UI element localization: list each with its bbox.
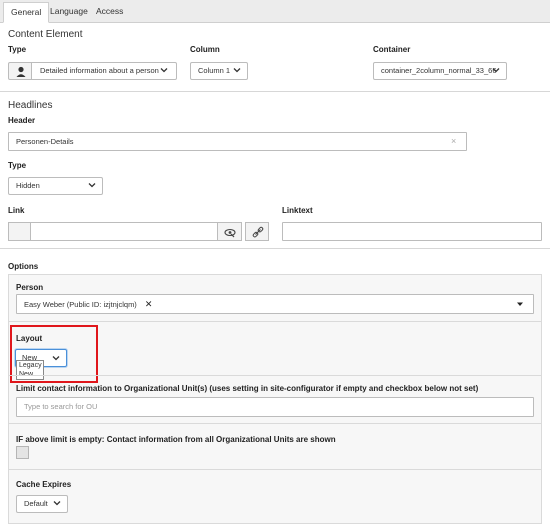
show-all-ou-checkbox[interactable] bbox=[16, 446, 29, 459]
limit-ou-input[interactable]: Type to search for OU bbox=[16, 397, 534, 417]
header-input[interactable]: Personen-Details bbox=[8, 132, 467, 151]
type-label: Type bbox=[8, 45, 27, 54]
person-value: Easy Weber (Public ID: izjtnjclqm) bbox=[24, 300, 137, 309]
divider bbox=[8, 375, 542, 376]
person-label: Person bbox=[16, 283, 44, 292]
ctype-select[interactable]: Detailed information about a person bbox=[8, 62, 177, 80]
chevron-down-icon bbox=[492, 68, 500, 73]
tab-bar: General Language Access bbox=[0, 0, 550, 23]
cache-expires-label: Cache Expires bbox=[16, 480, 72, 489]
chevron-down-icon bbox=[160, 68, 168, 73]
ctype-value: Detailed information about a person bbox=[31, 62, 177, 80]
header-type-select[interactable]: Hidden bbox=[8, 177, 103, 195]
person-select[interactable]: Easy Weber (Public ID: izjtnjclqm) ✕ bbox=[16, 294, 534, 314]
container-label: Container bbox=[373, 45, 411, 54]
link-icon bbox=[252, 226, 264, 238]
container-select[interactable]: container_2column_normal_33_66 bbox=[373, 62, 507, 80]
remove-icon[interactable]: ✕ bbox=[145, 299, 153, 309]
chevron-down-icon bbox=[233, 68, 241, 73]
column-label: Column bbox=[190, 45, 220, 54]
caret-down-icon bbox=[517, 302, 523, 306]
content-element-panel: Content Element Type Column Container De… bbox=[0, 23, 550, 92]
header-label: Header bbox=[8, 116, 36, 125]
headlines-panel: Headlines Header Personen-Details × Type… bbox=[0, 92, 550, 249]
header-type-label: Type bbox=[8, 161, 27, 170]
link-browser-icon bbox=[224, 228, 236, 238]
options-panel: Options Person Easy Weber (Public ID: iz… bbox=[0, 249, 550, 532]
show-all-ou-label: IF above limit is empty: Contact informa… bbox=[16, 435, 336, 444]
section-title-options: Options bbox=[8, 262, 39, 271]
limit-ou-label: Limit contact information to Organizatio… bbox=[16, 384, 479, 393]
linktext-input[interactable] bbox=[282, 222, 542, 241]
link-type-button[interactable] bbox=[8, 222, 31, 241]
person-icon bbox=[8, 62, 32, 80]
divider bbox=[8, 423, 542, 424]
tab-language[interactable]: Language bbox=[43, 2, 95, 23]
section-title-headlines: Headlines bbox=[8, 100, 53, 111]
link-input[interactable] bbox=[30, 222, 218, 241]
linktext-label: Linktext bbox=[282, 206, 313, 215]
column-select[interactable]: Column 1 bbox=[190, 62, 248, 80]
cache-expires-select[interactable]: Default bbox=[16, 495, 68, 513]
link-label: Link bbox=[8, 206, 25, 215]
chevron-down-icon bbox=[88, 183, 96, 188]
tab-access[interactable]: Access bbox=[89, 2, 130, 23]
section-title-content-element: Content Element bbox=[8, 29, 83, 40]
divider bbox=[8, 469, 542, 470]
limit-ou-placeholder: Type to search for OU bbox=[24, 402, 98, 411]
link-button[interactable] bbox=[245, 222, 269, 241]
divider bbox=[8, 321, 542, 322]
chevron-down-icon bbox=[53, 501, 61, 506]
clear-icon[interactable]: × bbox=[451, 136, 456, 146]
header-value: Personen-Details bbox=[16, 137, 74, 146]
link-browser-button[interactable] bbox=[217, 222, 242, 241]
container-value: container_2column_normal_33_66 bbox=[373, 62, 507, 80]
